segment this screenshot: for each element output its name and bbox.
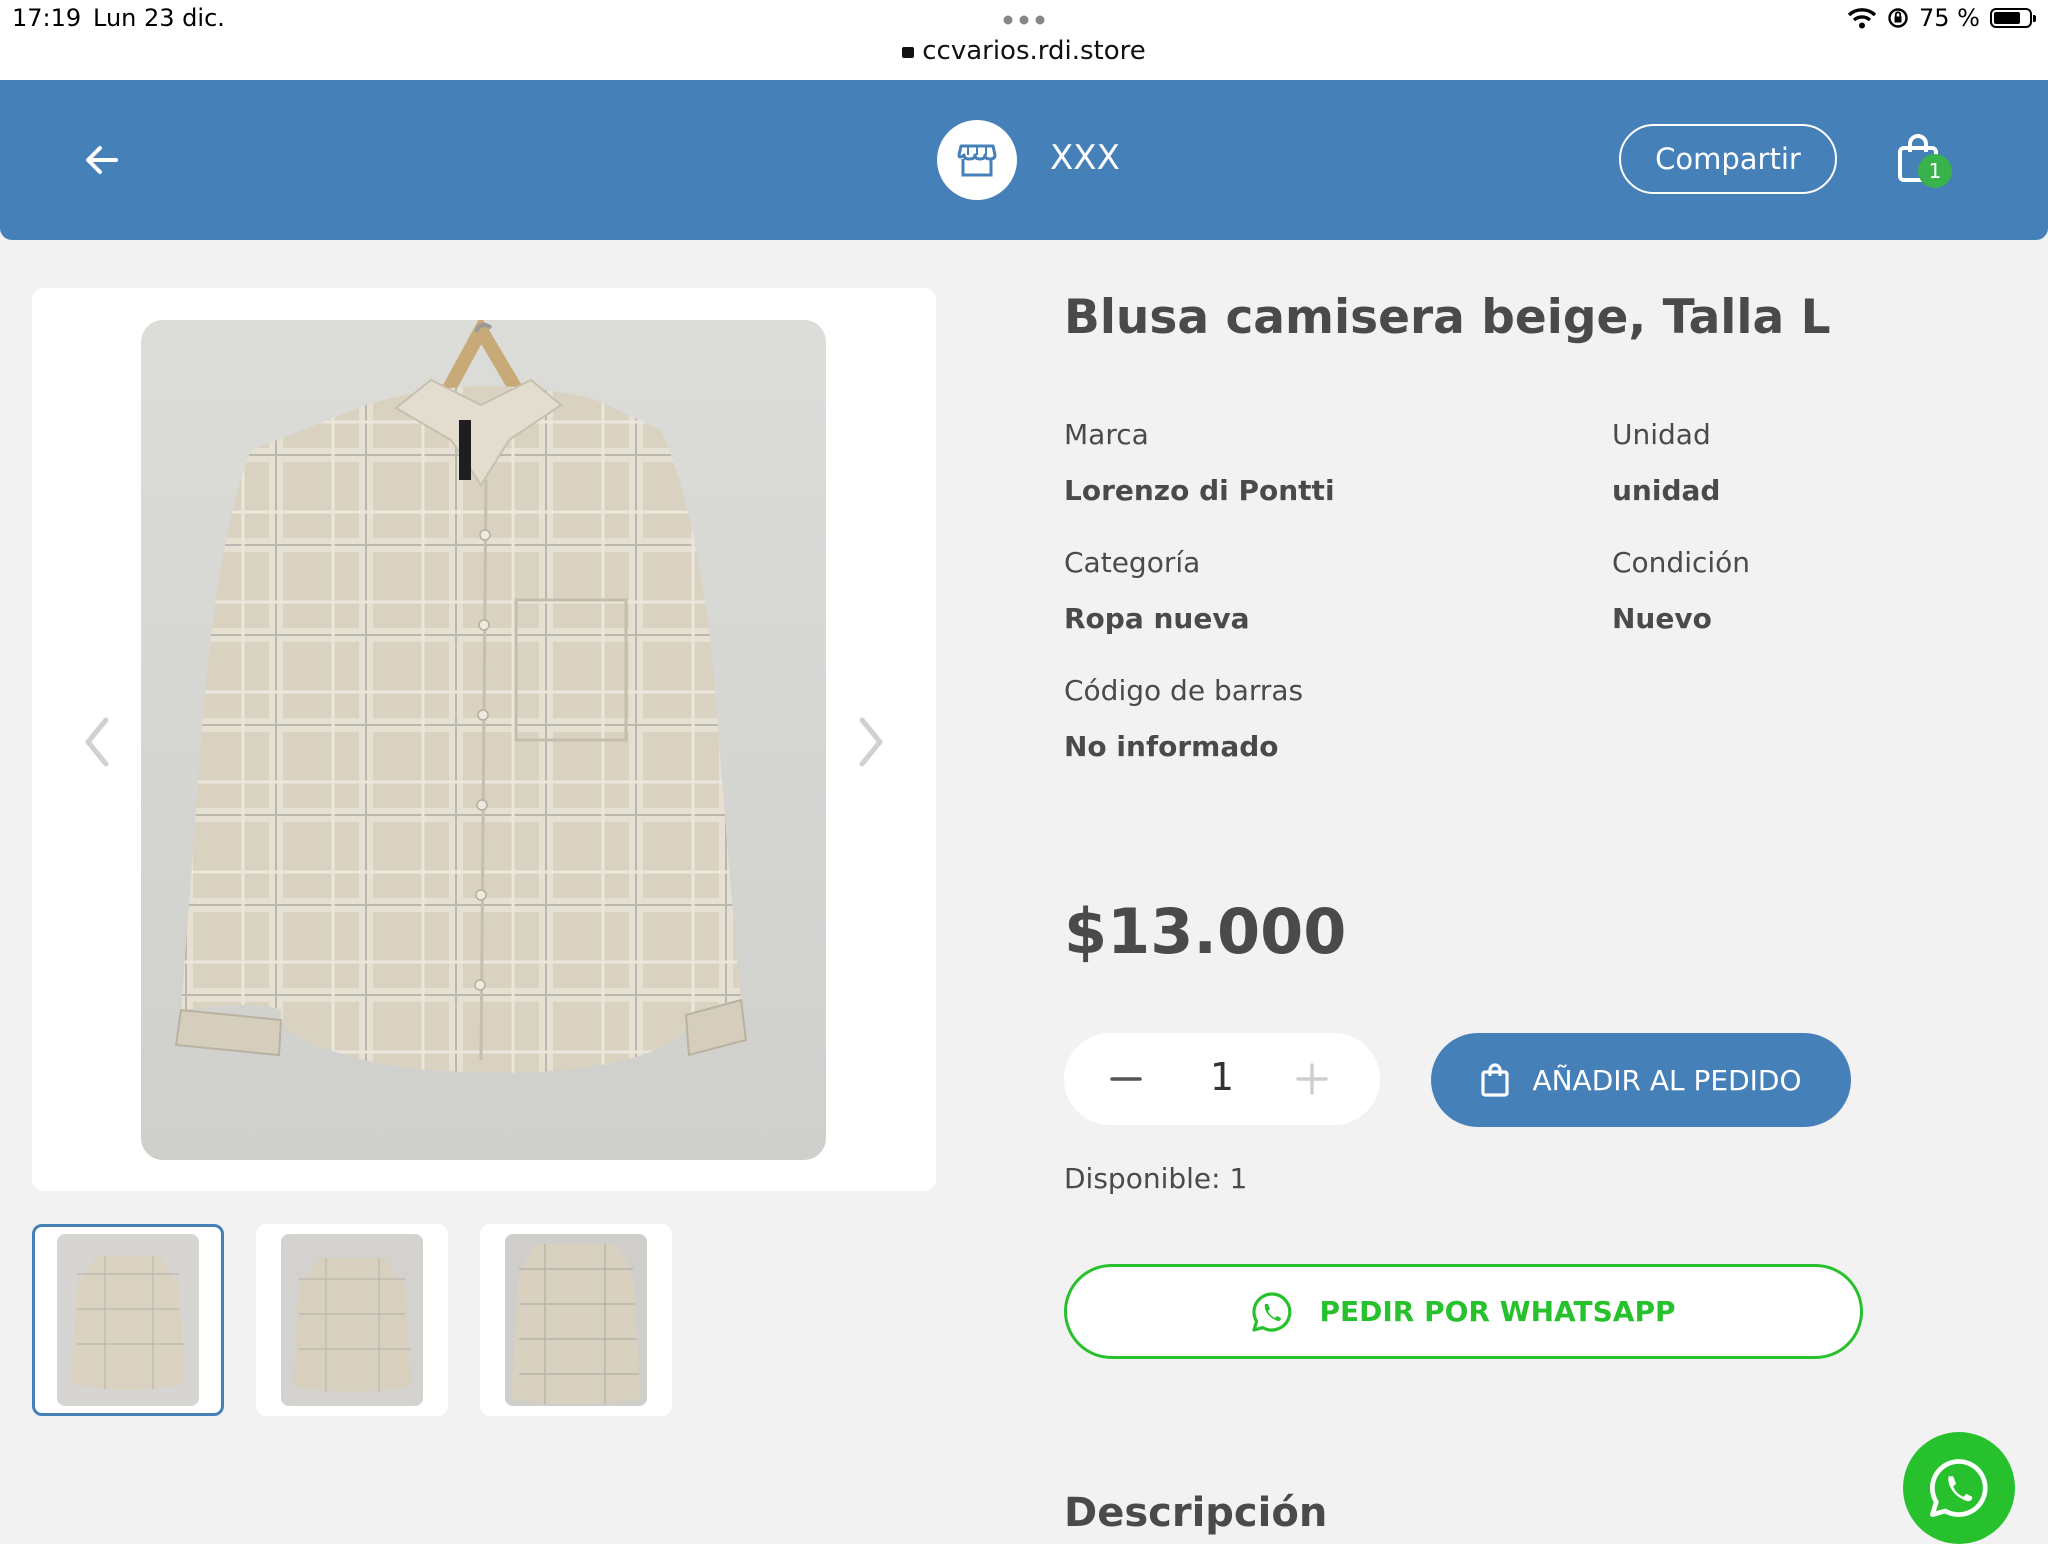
battery-percent: 75 % [1919, 4, 1980, 32]
share-button[interactable]: Compartir [1619, 124, 1837, 194]
chevron-left-icon[interactable] [76, 712, 120, 772]
spec-value-unit: unidad [1612, 474, 1721, 507]
url-text: ccvarios.rdi.store [922, 36, 1146, 66]
order-whatsapp-button[interactable]: PEDIR POR WHATSAPP [1064, 1264, 1863, 1359]
status-time: 17:19 [12, 4, 82, 32]
product-main-image[interactable] [141, 320, 826, 1160]
back-arrow-icon[interactable] [80, 138, 124, 182]
add-to-order-button[interactable]: AÑADIR AL PEDIDO [1431, 1033, 1851, 1127]
store-name[interactable]: XXX [1050, 138, 1120, 178]
thumbnail-3[interactable] [480, 1224, 672, 1416]
app-header: XXX Compartir 1 [0, 80, 2048, 240]
thumbnail-2[interactable] [256, 1224, 448, 1416]
status-indicators: 75 % [1847, 4, 2036, 32]
spec-value-condition: Nuevo [1612, 602, 1712, 635]
lock-icon [902, 47, 915, 58]
product-price: $13.000 [1064, 895, 1347, 968]
whatsapp-icon [1930, 1459, 1988, 1517]
thumbnail-image [57, 1234, 199, 1406]
whatsapp-floating-button[interactable] [1903, 1432, 2015, 1544]
spec-label-category: Categoría [1064, 546, 1201, 579]
status-date: Lun 23 dic. [93, 4, 225, 32]
store-logo[interactable] [937, 120, 1017, 200]
product-title: Blusa camisera beige, Talla L [1064, 290, 1831, 345]
shopping-bag-icon [1481, 1063, 1510, 1097]
spec-value-brand: Lorenzo di Pontti [1064, 474, 1335, 507]
thumbnail-1[interactable] [32, 1224, 224, 1416]
spec-label-brand: Marca [1064, 418, 1149, 451]
battery-icon [1990, 8, 2036, 28]
chevron-right-icon[interactable] [848, 712, 892, 772]
thumbnail-image [505, 1234, 647, 1406]
add-to-order-label: AÑADIR AL PEDIDO [1532, 1063, 1802, 1097]
spec-label-condition: Condición [1612, 546, 1751, 579]
cart-button[interactable]: 1 [1896, 134, 1956, 194]
plus-icon[interactable] [1290, 1057, 1334, 1101]
more-dots-icon[interactable] [1000, 10, 1048, 30]
description-heading: Descripción [1064, 1490, 1328, 1536]
thumbnail-strip [32, 1224, 672, 1416]
spec-label-barcode: Código de barras [1064, 674, 1304, 707]
spec-label-unit: Unidad [1612, 418, 1711, 451]
spec-value-category: Ropa nueva [1064, 602, 1250, 635]
product-gallery [32, 288, 936, 1191]
quantity-stepper: 1 [1064, 1033, 1380, 1125]
orientation-lock-icon [1888, 8, 1908, 28]
order-whatsapp-label: PEDIR POR WHATSAPP [1319, 1295, 1676, 1328]
status-bar: 17:19 Lun 23 dic. ccvarios.rdi.store 75 … [0, 0, 2048, 80]
availability-text: Disponible: 1 [1064, 1162, 1248, 1195]
address-bar[interactable]: ccvarios.rdi.store [0, 36, 2048, 66]
quantity-value[interactable]: 1 [1194, 1055, 1250, 1099]
store-icon [957, 144, 997, 177]
wifi-icon [1847, 8, 1877, 29]
whatsapp-icon [1252, 1291, 1292, 1332]
thumbnail-image [281, 1234, 423, 1406]
minus-icon[interactable] [1104, 1057, 1148, 1101]
cart-count-badge: 1 [1918, 154, 1952, 188]
spec-value-barcode: No informado [1064, 730, 1279, 763]
